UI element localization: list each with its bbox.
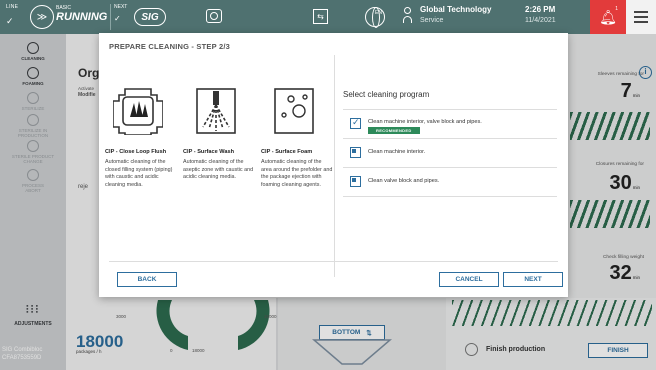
close-loop-flush-icon (112, 88, 164, 136)
cip-card-close-loop-flush: CIP - Close Loop Flush Automatic cleanin… (105, 87, 183, 189)
prepare-cleaning-dialog: PREPARE CLEANING - STEP 2/3 CIP - Close … (99, 33, 568, 297)
bell-icon: 🔔︎ (599, 8, 617, 25)
program-option-interior[interactable]: Clean machine interior. (343, 139, 557, 168)
sig-logo: SIG (134, 8, 166, 26)
card-description: Automatic cleaning of the aseptic zone w… (183, 159, 254, 181)
next-check-icon: ✓ (114, 14, 121, 23)
cip-card-surface-foam: CIP - Surface Foam Automatic cleaning of… (261, 87, 339, 189)
machine-state: RUNNING (56, 11, 108, 23)
card-description: Automatic cleaning of the closed filling… (105, 159, 173, 188)
card-title: CIP - Surface Foam (261, 149, 313, 155)
program-checkbox[interactable] (350, 176, 361, 187)
surface-foam-icon (274, 88, 314, 134)
program-checkbox[interactable] (350, 147, 361, 158)
next-label: NEXT (114, 4, 128, 10)
dialog-title: PREPARE CLEANING - STEP 2/3 (109, 42, 230, 51)
language-globe-icon[interactable]: EN (365, 7, 385, 28)
cancel-button[interactable]: CANCEL (439, 272, 499, 287)
user-name: Global Technology (420, 5, 492, 14)
program-label: Clean machine interior. (368, 149, 426, 155)
alarm-button[interactable]: 🔔︎ 1 (590, 0, 626, 34)
clock-time: 2:26 PM (525, 5, 556, 14)
card-description: Automatic cleaning of the area around th… (261, 159, 333, 188)
program-option-full[interactable]: Clean machine interior, valve block and … (343, 109, 557, 139)
top-bar: LINE ✓ ≫ BASIC RUNNING NEXT ✓ SIG ⇆ EN G… (0, 0, 656, 34)
camera-icon[interactable] (206, 9, 222, 23)
back-button[interactable]: BACK (117, 272, 177, 287)
recommended-badge: RECOMMENDED (368, 127, 420, 134)
program-label: Clean valve block and pipes. (368, 178, 440, 184)
user-icon[interactable] (403, 7, 413, 27)
program-option-valve-block[interactable]: Clean valve block and pipes. (343, 168, 557, 197)
cleaning-program-list: Clean machine interior, valve block and … (343, 109, 557, 197)
card-title: CIP - Surface Wash (183, 149, 234, 155)
line-status-check-icon: ✓ (6, 15, 14, 26)
cip-cards: CIP - Close Loop Flush Automatic cleanin… (105, 87, 339, 189)
line-label: LINE (6, 4, 19, 10)
next-button[interactable]: NEXT (503, 272, 563, 287)
alarm-count: 1 (615, 6, 618, 12)
program-section-title: Select cleaning program (343, 90, 430, 99)
user-role: Service (420, 17, 444, 24)
program-label: Clean machine interior, valve block and … (368, 119, 482, 125)
cip-card-surface-wash: CIP - Surface Wash Automatic cleaning of… (183, 87, 261, 189)
screen-switch-icon[interactable]: ⇆ (313, 9, 328, 24)
language-code: EN (375, 10, 382, 16)
hamburger-menu-icon[interactable] (626, 0, 656, 34)
card-title: CIP - Close Loop Flush (105, 149, 167, 155)
clock-date: 11/4/2021 (525, 17, 556, 24)
surface-wash-icon (196, 88, 236, 134)
line-state-button[interactable]: ≫ (30, 5, 54, 29)
next-state-button[interactable]: NEXT ✓ (110, 4, 132, 30)
dialog-footer-divider (109, 261, 558, 262)
program-checkbox[interactable] (350, 117, 361, 129)
